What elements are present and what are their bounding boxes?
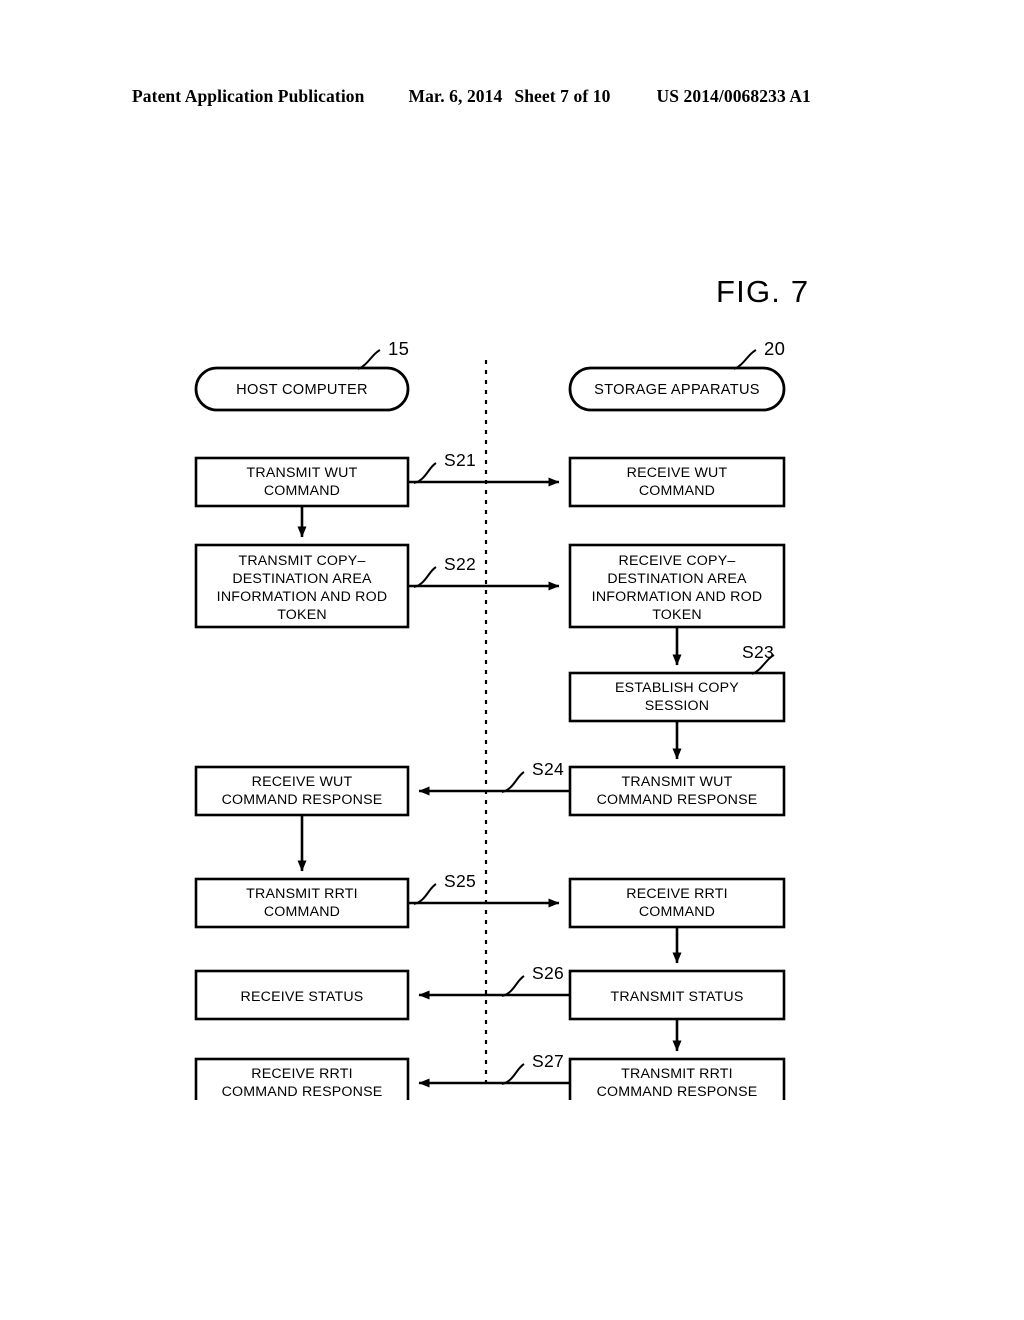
- node-receive-copy-info-line-2: INFORMATION AND ROD: [592, 589, 763, 605]
- node-transmit-wut-response-line-0: TRANSMIT WUT: [622, 774, 733, 790]
- header-date-label: Mar. 6, 2014: [408, 86, 503, 106]
- flow-s23-label: S23: [742, 642, 774, 662]
- header-sheet-label: Sheet 7 of 10: [514, 86, 611, 106]
- flow-s22-leader: [413, 566, 437, 588]
- publication-header: Patent Application Publication Mar. 6, 2…: [132, 86, 892, 110]
- node-transmit-status: TRANSMIT STATUS: [568, 969, 786, 1021]
- node-receive-status: RECEIVE STATUS: [194, 969, 410, 1021]
- node-receive-rrti-command-line-0: RECEIVE RRTI: [626, 886, 727, 902]
- node-transmit-rrti-command-line-0: TRANSMIT RRTI: [246, 886, 358, 902]
- node-receive-rrti-command-line-1: COMMAND: [639, 904, 715, 920]
- node-receive-wut-command-line-1: COMMAND: [639, 483, 715, 499]
- figure-label: FIG. 7: [716, 274, 810, 309]
- node-establish-copy-session-line-0: ESTABLISH COPY: [615, 680, 739, 696]
- flow-s26-label: S26: [532, 963, 564, 983]
- node-receive-rrti-response-line-1: COMMAND RESPONSE: [222, 1084, 383, 1100]
- node-receive-copy-info: RECEIVE COPY– DESTINATION AREA INFORMATI…: [568, 543, 786, 629]
- flow-s24-leader: [501, 771, 525, 793]
- node-transmit-rrti-response-line-0: TRANSMIT RRTI: [621, 1066, 733, 1082]
- node-transmit-wut-command-line-1: COMMAND: [264, 483, 340, 499]
- flow-s23: S23: [742, 642, 775, 675]
- flow-s25-leader: [413, 883, 437, 905]
- patent-page: Patent Application Publication Mar. 6, 2…: [0, 0, 1024, 1320]
- flow-s25-label: S25: [444, 871, 476, 891]
- node-transmit-wut-command-line-0: TRANSMIT WUT: [247, 465, 358, 481]
- lane-storage-label: STORAGE APPARATUS: [594, 382, 760, 398]
- flow-s21-label: S21: [444, 450, 476, 470]
- flow-s26-leader: [501, 975, 525, 997]
- node-transmit-wut-command: TRANSMIT WUT COMMAND: [194, 456, 410, 508]
- node-transmit-copy-info-line-2: INFORMATION AND ROD: [217, 589, 388, 605]
- node-receive-status-line-0: RECEIVE STATUS: [241, 989, 364, 1005]
- node-transmit-copy-info-line-0: TRANSMIT COPY–: [238, 553, 365, 569]
- node-transmit-rrti-response-line-1: COMMAND RESPONSE: [597, 1084, 758, 1100]
- lane-storage-leader: [733, 349, 757, 370]
- node-transmit-copy-info: TRANSMIT COPY– DESTINATION AREA INFORMAT…: [194, 543, 410, 629]
- node-transmit-copy-info-line-3: TOKEN: [277, 607, 327, 623]
- node-receive-wut-command-line-0: RECEIVE WUT: [627, 465, 728, 481]
- node-receive-wut-response-line-0: RECEIVE WUT: [252, 774, 353, 790]
- node-establish-copy-session-line-1: SESSION: [645, 698, 709, 714]
- flow-s21-leader: [413, 462, 437, 484]
- node-receive-rrti-response: RECEIVE RRTI COMMAND RESPONSE: [194, 1057, 410, 1100]
- node-receive-rrti-response-line-0: RECEIVE RRTI: [251, 1066, 352, 1082]
- flow-s27-label: S27: [532, 1051, 564, 1071]
- flow-s27-leader: [501, 1063, 525, 1085]
- flowchart-diagram: HOST COMPUTER 15 STORAGE APPARATUS 20 TR…: [180, 340, 800, 1100]
- flow-s22-label: S22: [444, 554, 476, 574]
- header-patent-number: US 2014/0068233 A1: [656, 86, 811, 106]
- lane-host-label: HOST COMPUTER: [236, 382, 368, 398]
- node-establish-copy-session: ESTABLISH COPY SESSION: [568, 671, 786, 723]
- node-receive-wut-command: RECEIVE WUT COMMAND: [568, 456, 786, 508]
- node-transmit-wut-response-line-1: COMMAND RESPONSE: [597, 792, 758, 808]
- flow-s27: S27: [418, 1051, 570, 1088]
- lane-host: HOST COMPUTER 15: [194, 340, 410, 412]
- node-transmit-rrti-command-line-1: COMMAND: [264, 904, 340, 920]
- lane-storage-ref: 20: [764, 340, 785, 359]
- node-receive-copy-info-line-3: TOKEN: [652, 607, 702, 623]
- flow-s25: S25: [408, 871, 560, 908]
- flow-s26: S26: [418, 963, 570, 1000]
- lane-storage: STORAGE APPARATUS 20: [568, 340, 786, 412]
- node-receive-wut-response-line-1: COMMAND RESPONSE: [222, 792, 383, 808]
- node-receive-copy-info-line-1: DESTINATION AREA: [607, 571, 747, 587]
- node-receive-rrti-command: RECEIVE RRTI COMMAND: [568, 877, 786, 929]
- flow-s24-label: S24: [532, 759, 564, 779]
- node-transmit-wut-response: TRANSMIT WUT COMMAND RESPONSE: [568, 765, 786, 817]
- flow-s24: S24: [418, 759, 570, 796]
- lane-host-leader: [357, 349, 381, 370]
- flow-s22: S22: [408, 554, 560, 591]
- node-receive-copy-info-line-0: RECEIVE COPY–: [619, 553, 736, 569]
- flow-s21: S21: [408, 450, 560, 487]
- lane-host-ref: 15: [388, 340, 409, 359]
- header-publication-label: Patent Application Publication: [132, 86, 365, 106]
- node-transmit-status-line-0: TRANSMIT STATUS: [610, 989, 743, 1005]
- node-transmit-copy-info-line-1: DESTINATION AREA: [232, 571, 372, 587]
- node-transmit-rrti-response: TRANSMIT RRTI COMMAND RESPONSE: [568, 1057, 786, 1100]
- node-transmit-rrti-command: TRANSMIT RRTI COMMAND: [194, 877, 410, 929]
- node-receive-wut-response: RECEIVE WUT COMMAND RESPONSE: [194, 765, 410, 817]
